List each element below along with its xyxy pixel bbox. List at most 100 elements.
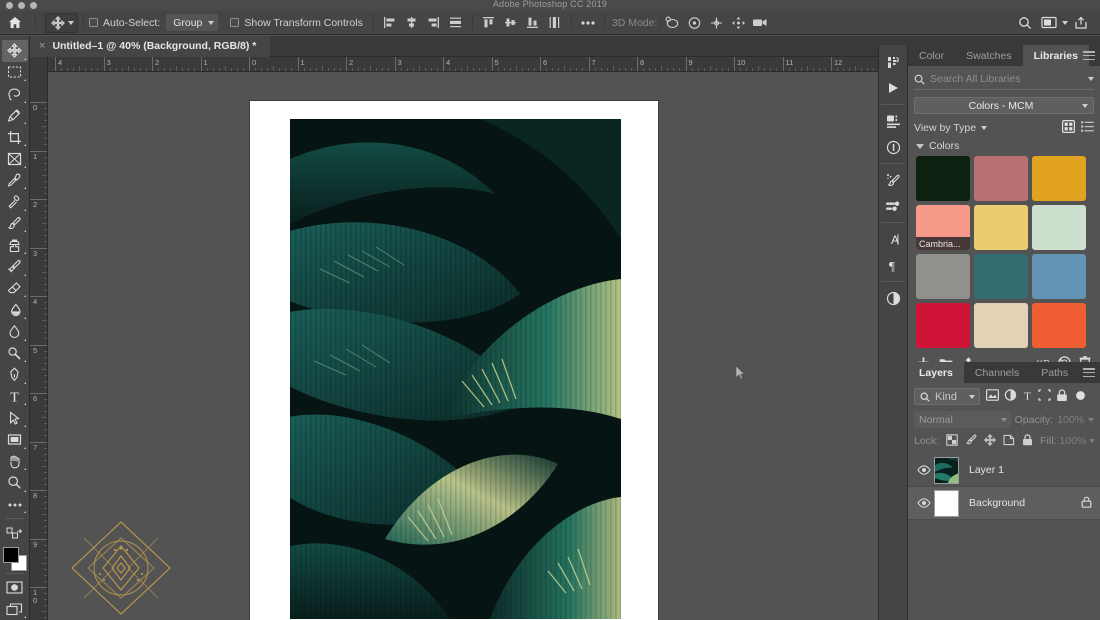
more-options-button[interactable] [577, 11, 599, 35]
distribute-horizontal-button[interactable] [445, 11, 467, 35]
adjustments-icon[interactable] [880, 285, 906, 311]
library-color-swatch-dark-green[interactable] [916, 156, 970, 201]
library-selector-dropdown[interactable]: Colors - MCM [914, 97, 1094, 114]
tab-paths[interactable]: Paths [1030, 362, 1079, 383]
library-color-swatch-mustard-yellow[interactable] [974, 205, 1028, 250]
tool-quick-selection[interactable] [2, 105, 28, 127]
library-color-swatch-warm-gray[interactable] [916, 254, 970, 299]
tool-history-brush[interactable] [2, 256, 28, 278]
align-vertical-centers-button[interactable] [500, 11, 522, 35]
chevron-down-icon[interactable] [1088, 77, 1094, 81]
document-tab[interactable]: × Untitled–1 @ 40% (Background, RGB/8) * [30, 35, 271, 57]
tool-spot-healing-brush[interactable] [2, 191, 28, 213]
lock-artboard-nesting-icon[interactable] [1003, 434, 1015, 449]
share-icon[interactable] [1070, 11, 1092, 35]
library-color-swatch-marigold[interactable] [1032, 156, 1086, 201]
tool-eraser[interactable] [2, 278, 28, 300]
tool-move[interactable] [1, 40, 28, 62]
vertical-ruler[interactable]: 0 1 2 3 4 5 6 7 8 9 1 0 [30, 57, 48, 620]
lock-position-icon[interactable] [984, 433, 997, 449]
tool-hand[interactable] [2, 451, 28, 473]
paragraph-icon[interactable]: ¶ [880, 252, 906, 278]
layer-thumbnail[interactable] [934, 456, 959, 484]
tool-path-selection[interactable] [2, 407, 28, 429]
align-bottom-edges-button[interactable] [522, 11, 544, 35]
filter-type-icon[interactable]: T [1022, 389, 1033, 404]
grid-view-icon[interactable] [1062, 120, 1076, 136]
tool-clone-stamp[interactable] [2, 234, 28, 256]
pan-3d-icon[interactable] [705, 11, 727, 35]
tool-rectangular-marquee[interactable] [2, 62, 28, 84]
tool-edit-toolbar[interactable] [2, 494, 28, 516]
layer-row[interactable]: Background [908, 487, 1100, 520]
artboard[interactable] [250, 101, 658, 620]
quick-mask-icon[interactable] [2, 577, 28, 599]
close-icon[interactable]: × [39, 40, 45, 52]
libraries-search-row[interactable]: Search All Libraries [914, 71, 1094, 90]
panel-menu-icon[interactable] [1083, 368, 1095, 377]
chevron-down-icon[interactable] [969, 394, 975, 399]
tool-blur[interactable] [2, 321, 28, 343]
blend-mode-dropdown[interactable]: Normal [914, 411, 1011, 428]
tool-brush[interactable] [2, 213, 28, 235]
tool-lasso[interactable] [2, 83, 28, 105]
lock-transparent-pixels-icon[interactable] [946, 433, 958, 449]
screen-mode-icon[interactable] [2, 598, 28, 620]
slide-3d-icon[interactable] [727, 11, 749, 35]
library-color-swatch-crimson[interactable] [916, 303, 970, 348]
list-view-icon[interactable] [1081, 120, 1094, 136]
distribute-vertical-button[interactable] [544, 11, 566, 35]
tool-dodge[interactable] [2, 343, 28, 365]
tab-swatches[interactable]: Swatches [955, 45, 1023, 66]
foreground-background-colors[interactable] [2, 546, 28, 571]
chevron-down-icon[interactable] [1089, 439, 1096, 443]
actions-play-icon[interactable] [880, 75, 906, 101]
library-color-swatch-teal[interactable] [974, 254, 1028, 299]
library-color-swatch-sand[interactable] [974, 303, 1028, 348]
workspace-icon[interactable] [1038, 11, 1060, 35]
default-colors-button[interactable] [2, 522, 28, 544]
panel-menu-icon[interactable] [1083, 51, 1095, 60]
library-color-swatch-salmon-pink[interactable]: Cambria... [916, 205, 970, 250]
horizontal-ruler[interactable]: 4 3 2 1 0 1 2 3 4 5 6 7 8 9 10 11 12 [30, 57, 878, 72]
layer-row[interactable]: Layer 1 [908, 454, 1100, 487]
tab-libraries[interactable]: Libraries [1022, 45, 1089, 66]
view-by-type-label[interactable]: View by Type [914, 122, 976, 134]
library-color-swatch-burnt-orange[interactable] [1032, 303, 1086, 348]
foreground-color-swatch[interactable] [2, 546, 19, 563]
tool-zoom[interactable] [2, 472, 28, 494]
library-color-swatch-steel-blue[interactable] [1032, 254, 1086, 299]
chevron-down-icon[interactable] [1062, 20, 1068, 25]
active-tool-button[interactable] [45, 12, 78, 33]
brush-presets-icon[interactable] [880, 193, 906, 219]
lock-image-pixels-icon[interactable] [965, 434, 977, 449]
colors-group-header[interactable]: Colors [908, 138, 1100, 154]
tool-type[interactable]: T [2, 386, 28, 408]
align-left-edges-button[interactable] [379, 11, 401, 35]
layer-filter-kind-dropdown[interactable]: Kind [914, 388, 980, 405]
home-icon[interactable] [0, 11, 30, 35]
chevron-down-icon[interactable] [1088, 417, 1094, 422]
opacity-value[interactable]: 100% [1057, 414, 1084, 426]
chevron-down-icon[interactable] [68, 20, 74, 25]
library-color-swatch-dusty-rose[interactable] [974, 156, 1028, 201]
align-horizontal-centers-button[interactable] [401, 11, 423, 35]
filter-shape-icon[interactable] [1038, 389, 1051, 404]
tab-color[interactable]: Color [908, 45, 955, 66]
brush-settings-icon[interactable] [880, 167, 906, 193]
tool-frame[interactable] [2, 148, 28, 170]
tool-pen[interactable] [2, 364, 28, 386]
info-icon[interactable] [880, 134, 906, 160]
library-color-swatch-pale-mint[interactable] [1032, 205, 1086, 250]
roll-3d-icon[interactable] [683, 11, 705, 35]
tool-eyedropper[interactable] [2, 170, 28, 192]
tab-channels[interactable]: Channels [964, 362, 1030, 383]
tool-gradient[interactable] [2, 299, 28, 321]
chevron-down-icon[interactable] [1000, 417, 1007, 422]
tab-layers[interactable]: Layers [908, 362, 964, 383]
filter-adjustment-icon[interactable] [1004, 389, 1017, 404]
tool-rectangle[interactable] [2, 429, 28, 451]
align-right-edges-button[interactable] [423, 11, 445, 35]
camera-3d-icon[interactable] [749, 11, 771, 35]
layer-visibility-eye-icon[interactable] [914, 498, 934, 508]
